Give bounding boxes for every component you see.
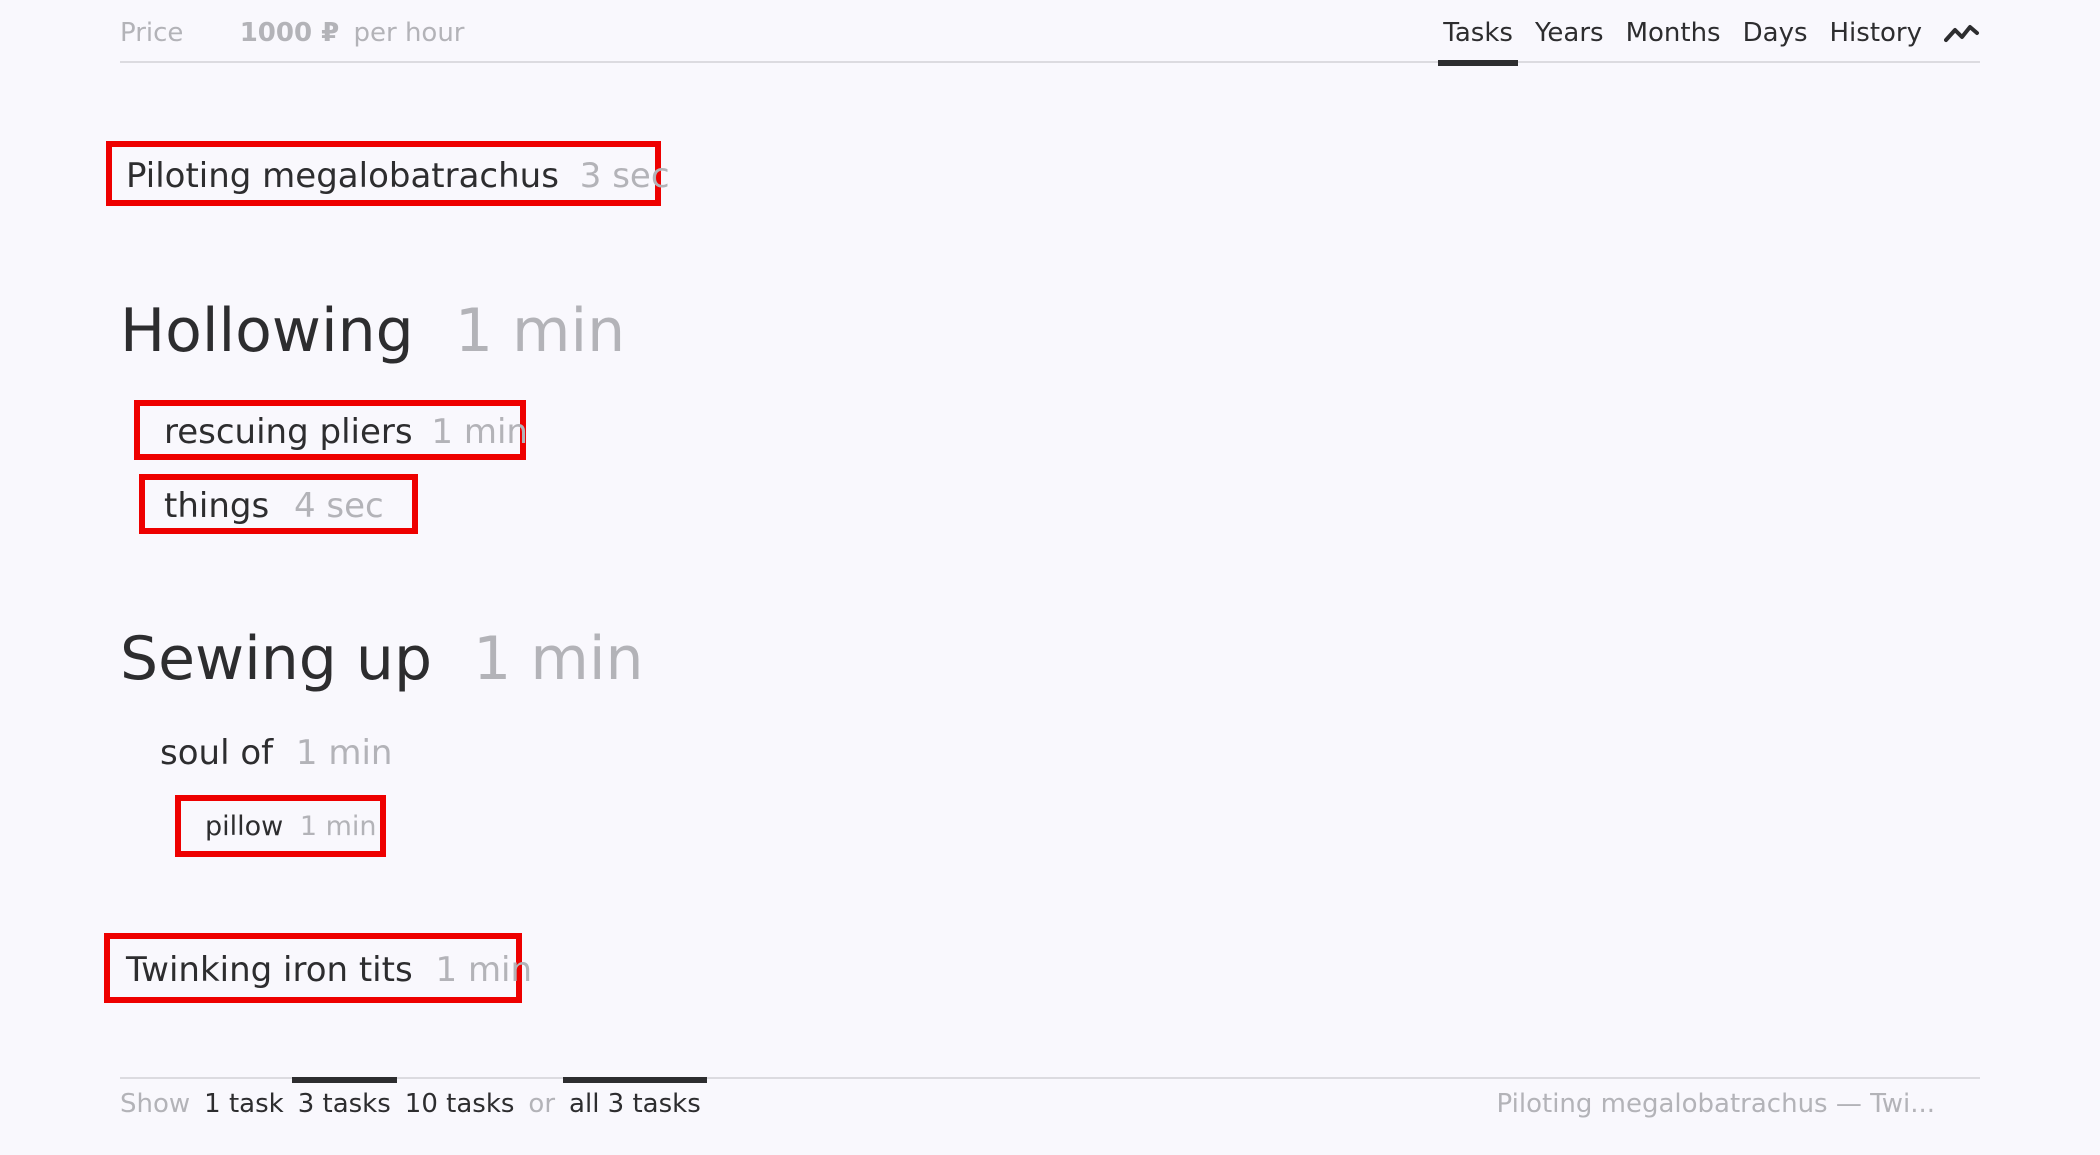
show-10-tasks[interactable]: 10 tasks [405,1089,515,1119]
task-things[interactable]: things 4 sec [139,474,418,534]
task-duration: 1 min [299,811,377,842]
task-duration: 3 sec [579,156,670,196]
group-sewing-up[interactable]: Sewing up 1 min [120,624,644,694]
subgroup-duration: 1 min [295,733,393,773]
price-amount[interactable]: 1000 ₽ [240,18,340,48]
task-name: rescuing pliers [164,412,413,452]
task-duration: 1 min [431,412,528,452]
tab-days[interactable]: Days [1743,18,1808,53]
price-label: Price [120,18,184,48]
show-label: Show [120,1089,191,1119]
task-duration: 1 min [435,950,533,990]
group-hollowing[interactable]: Hollowing 1 min [120,296,625,366]
show-limit-options: Show 1 task 3 tasks 10 tasks or all 3 ta… [120,1077,707,1119]
subgroup-name: soul of [160,733,274,773]
subgroup-soul-of[interactable]: soul of 1 min [160,733,392,773]
group-name: Sewing up [120,624,433,694]
tab-years[interactable]: Years [1535,18,1604,53]
group-name: Hollowing [120,296,414,366]
task-name: Twinking iron tits [126,950,413,990]
or-label: or [528,1089,556,1119]
group-duration: 1 min [454,296,626,366]
top-bar: Price 1000 ₽ per hour Tasks Years Months… [120,0,1980,66]
task-piloting[interactable]: Piloting megalobatrachus 3 sec [106,141,670,206]
task-rescuing-pliers[interactable]: rescuing pliers 1 min [134,400,528,460]
tab-tasks[interactable]: Tasks [1438,18,1518,66]
price-unit: per hour [353,18,465,48]
task-name: things [164,486,270,526]
price-setting: Price 1000 ₽ per hour [120,18,465,48]
task-pillow[interactable]: pillow 1 min [175,795,386,857]
group-duration: 1 min [473,624,644,694]
view-tabs: Tasks Years Months Days History [1438,18,1980,66]
show-all-tasks[interactable]: all 3 tasks [563,1077,707,1119]
task-name: pillow [205,811,284,842]
task-name: Piloting megalobatrachus [126,156,559,196]
task-duration: 4 sec [293,486,384,526]
footer-bar: Show 1 task 3 tasks 10 tasks or all 3 ta… [120,1077,1980,1119]
show-1-task[interactable]: 1 task [204,1089,284,1119]
task-twinking-iron-tits[interactable]: Twinking iron tits 1 min [104,933,532,1003]
show-3-tasks[interactable]: 3 tasks [291,1077,397,1119]
tab-history[interactable]: History [1830,18,1923,53]
trend-line-icon[interactable] [1944,18,1980,53]
footer-summary: Piloting megalobatrachus — Twi... [1496,1089,1935,1119]
tab-months[interactable]: Months [1626,18,1721,53]
